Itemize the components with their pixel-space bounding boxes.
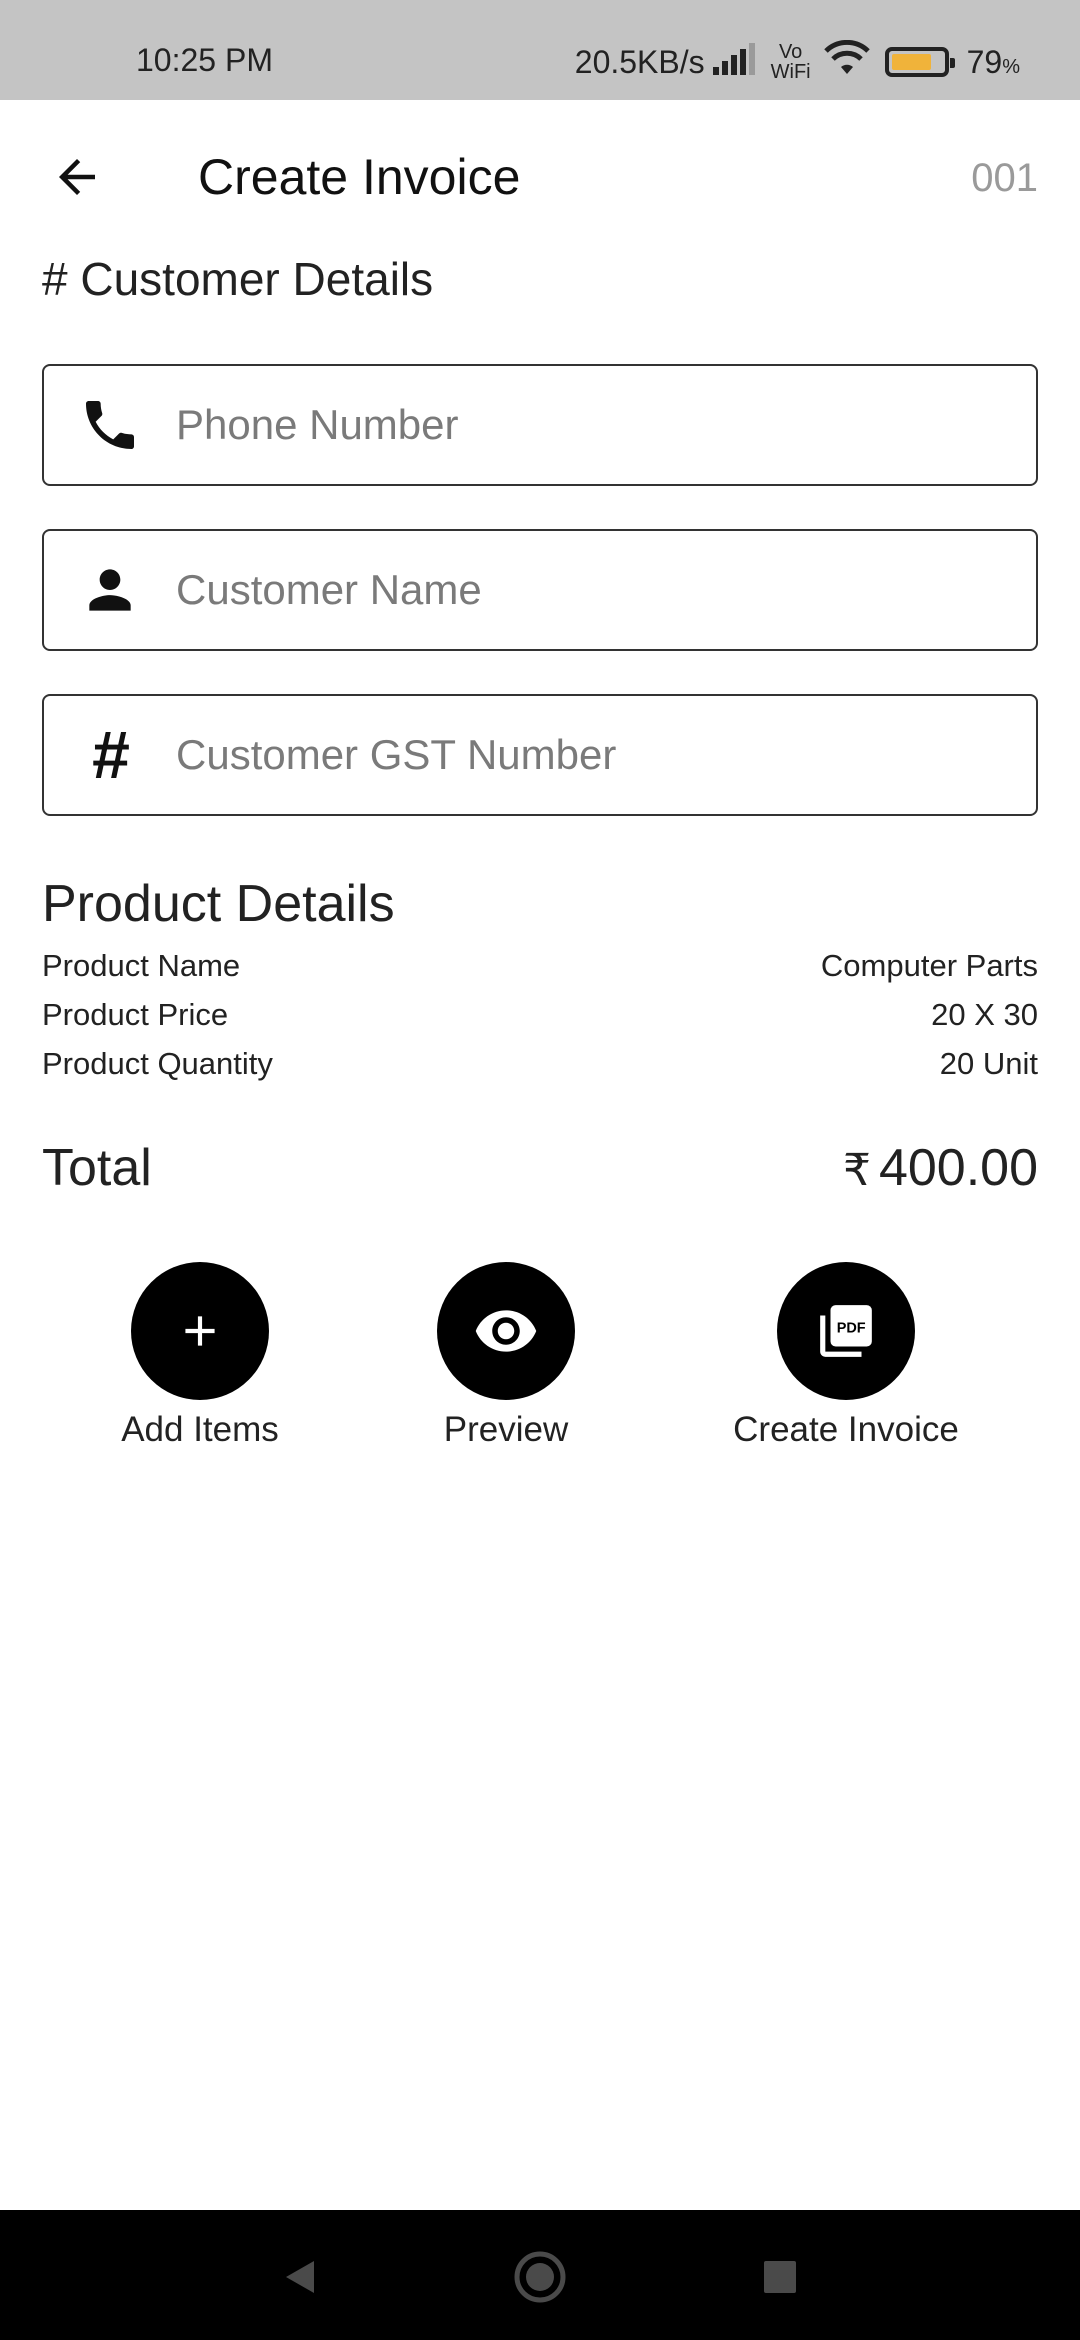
pdf-icon: PDF	[820, 1305, 872, 1357]
add-items-label: Add Items	[121, 1410, 279, 1449]
create-invoice-action[interactable]: PDF Create Invoice	[696, 1262, 996, 1450]
person-icon	[44, 531, 176, 649]
system-nav-bar	[0, 2210, 1080, 2340]
product-price-label: Product Price	[42, 997, 229, 1032]
back-button[interactable]	[40, 140, 114, 214]
product-price-value: 20 X 30	[931, 997, 1038, 1032]
customer-gst-field[interactable]: #	[42, 694, 1038, 816]
product-quantity-label: Product Quantity	[42, 1046, 273, 1081]
app-bar: Create Invoice 001	[0, 100, 1080, 250]
product-quantity-value: 20 Unit	[939, 1046, 1038, 1081]
product-name-label: Product Name	[42, 948, 241, 983]
nav-recents-button[interactable]	[750, 2250, 810, 2304]
status-time: 10:25 PM	[136, 42, 273, 78]
add-icon	[185, 1316, 215, 1346]
wifi-icon	[823, 39, 871, 84]
status-bar: 10:25 PM 20.5KB/s Vo WiFi 79%	[0, 0, 1080, 100]
battery-icon	[884, 47, 955, 77]
product-name-value: Computer Parts	[820, 948, 1038, 983]
vowifi-indicator: Vo WiFi	[770, 41, 811, 83]
preview-label: Preview	[443, 1410, 569, 1449]
page-title: Create Invoice	[198, 149, 521, 205]
nav-back-button[interactable]	[270, 2250, 330, 2304]
total-label: Total	[42, 1139, 152, 1197]
customer-name-input[interactable]	[176, 531, 1036, 649]
rupee-symbol: ₹	[842, 1146, 871, 1195]
phone-icon	[44, 366, 176, 484]
battery-percent: 79%	[966, 43, 1020, 80]
product-details-heading: Product Details	[42, 875, 395, 933]
create-invoice-button[interactable]: PDF	[777, 1262, 915, 1400]
nav-home-icon	[514, 2251, 566, 2303]
create-invoice-label: Create Invoice	[733, 1410, 959, 1449]
arrow-back-icon	[59, 159, 95, 195]
nav-back-icon	[286, 2261, 314, 2293]
total-amount: ₹400.00	[842, 1139, 1038, 1197]
phone-number-field[interactable]	[42, 364, 1038, 486]
preview-button[interactable]	[437, 1262, 575, 1400]
product-price-row: Product Price 20 X 30	[42, 997, 1038, 1033]
svg-text:PDF: PDF	[837, 1321, 866, 1337]
customer-details-heading: # Customer Details	[42, 253, 434, 305]
phone-number-input[interactable]	[176, 366, 1036, 484]
add-items-action[interactable]: Add Items	[50, 1262, 350, 1450]
customer-gst-input[interactable]	[176, 696, 1036, 814]
nav-recents-icon	[764, 2261, 796, 2293]
status-indicators: 20.5KB/s Vo WiFi 79%	[574, 39, 1020, 84]
add-items-button[interactable]	[131, 1262, 269, 1400]
total-row: Total ₹400.00	[42, 1138, 1038, 1198]
preview-action[interactable]: Preview	[356, 1262, 656, 1450]
signal-icon	[712, 41, 759, 83]
product-name-row: Product Name Computer Parts	[42, 948, 1038, 984]
eye-icon	[475, 1310, 537, 1352]
battery-level	[891, 54, 932, 70]
hash-icon: #	[91, 717, 129, 793]
product-quantity-row: Product Quantity 20 Unit	[42, 1046, 1038, 1082]
customer-name-field[interactable]	[42, 529, 1038, 651]
invoice-number: 001	[971, 156, 1038, 200]
nav-home-button[interactable]	[510, 2250, 570, 2304]
network-speed: 20.5KB/s	[574, 43, 705, 80]
